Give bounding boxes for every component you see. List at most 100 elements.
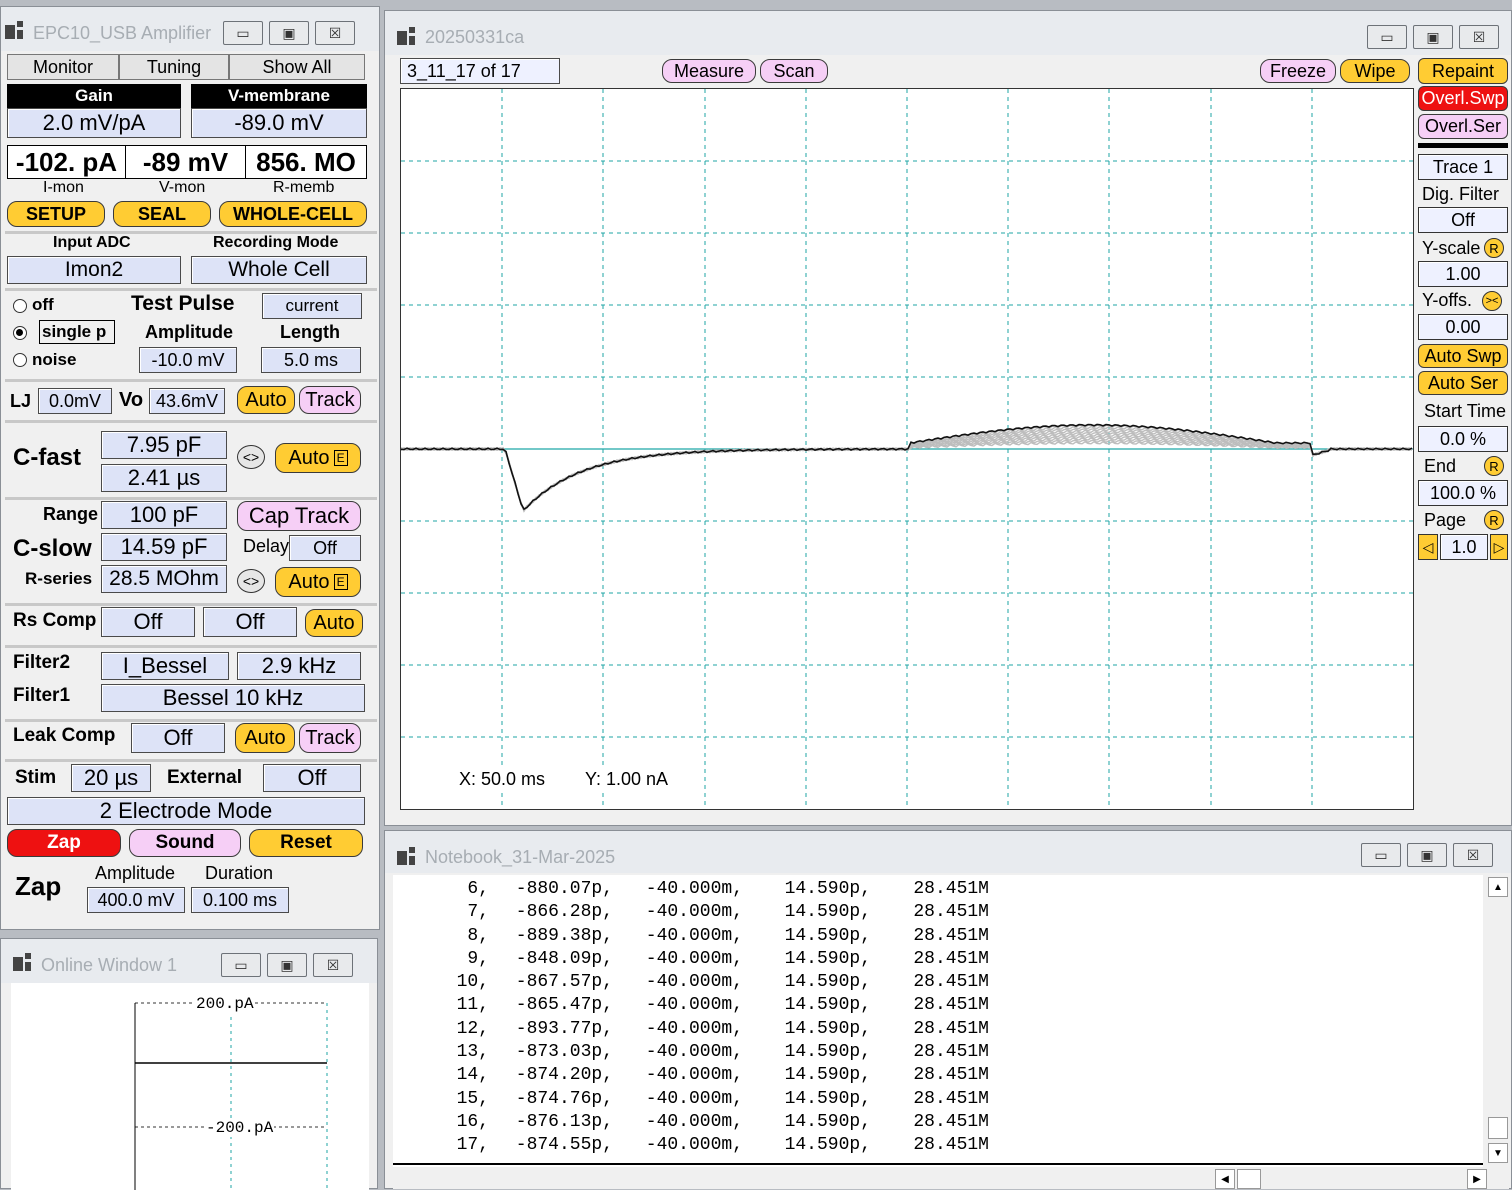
scan-button[interactable]: Scan — [760, 59, 828, 83]
rseries-auto-button[interactable]: Auto E — [275, 567, 361, 597]
leak-auto-button[interactable]: Auto — [235, 723, 295, 753]
lj-track-button[interactable]: Track — [299, 386, 361, 414]
leak-track-button[interactable]: Track — [299, 723, 361, 753]
cslow-field[interactable]: 14.59 pF — [101, 533, 227, 561]
minimize-icon[interactable]: ▭ — [1361, 843, 1401, 867]
freeze-button[interactable]: Freeze — [1260, 59, 1336, 83]
radio-single[interactable] — [13, 326, 27, 340]
filter1-field[interactable]: Bessel 10 kHz — [101, 684, 365, 712]
yoffs-field[interactable]: 0.00 — [1418, 314, 1508, 340]
scroll-right-icon[interactable]: ▶ — [1467, 1169, 1487, 1189]
maximize-icon[interactable]: ▣ — [1413, 25, 1453, 49]
whole-cell-button[interactable]: WHOLE-CELL — [219, 201, 367, 227]
seal-button[interactable]: SEAL — [113, 201, 211, 227]
notebook-text-area[interactable]: 6, -880.07p, -40.000m, 14.590p, 28.451M 7, -86… — [393, 875, 1483, 1167]
rscomp-field-2[interactable]: Off — [203, 607, 297, 637]
reset-button[interactable]: Reset — [249, 829, 363, 857]
test-pulse-mode[interactable]: current — [262, 293, 362, 319]
rseries-field[interactable]: 28.5 MOhm — [101, 565, 227, 593]
close-icon[interactable]: ☒ — [313, 953, 353, 977]
start-time-field[interactable]: 0.0 % — [1418, 426, 1508, 452]
stim-field[interactable]: 20 µs — [71, 764, 151, 792]
scroll-thumb[interactable] — [1488, 1117, 1508, 1139]
maximize-icon[interactable]: ▣ — [269, 21, 309, 45]
scroll-left-icon[interactable]: ◀ — [1215, 1169, 1235, 1189]
oscilloscope-titlebar[interactable]: 20250331ca ▭ ▣ ☒ — [385, 11, 1511, 55]
close-icon[interactable]: ☒ — [1459, 25, 1499, 49]
page-next-icon[interactable]: ▷ — [1490, 534, 1508, 560]
yoffs-shift-icon[interactable]: >< — [1482, 291, 1502, 311]
radio-off[interactable] — [13, 299, 27, 313]
radio-single-label[interactable]: single p — [39, 320, 115, 344]
lj-field[interactable]: 0.0mV — [38, 388, 112, 414]
tab-show-all[interactable]: Show All — [229, 54, 365, 80]
cap-track-button[interactable]: Cap Track — [237, 501, 361, 531]
trace-selector[interactable]: Trace 1 — [1418, 154, 1508, 180]
series-selector[interactable]: 3_11_17 of 17 — [400, 58, 560, 84]
cfast-tau-field[interactable]: 2.41 µs — [101, 464, 227, 492]
filter2-type-field[interactable]: I_Bessel — [101, 652, 229, 680]
minimize-icon[interactable]: ▭ — [223, 21, 263, 45]
repaint-button[interactable]: Repaint — [1418, 58, 1508, 84]
cfast-field[interactable]: 7.95 pF — [101, 431, 227, 459]
online-titlebar[interactable]: Online Window 1 ▭ ▣ ☒ — [1, 939, 377, 983]
gain-field[interactable]: 2.0 mV/pA — [7, 108, 181, 138]
maximize-icon[interactable]: ▣ — [267, 953, 307, 977]
setup-button[interactable]: SETUP — [7, 201, 105, 227]
tab-tuning[interactable]: Tuning — [119, 54, 229, 80]
yscale-reset-icon[interactable]: R — [1484, 238, 1504, 258]
minimize-icon[interactable]: ▭ — [1367, 25, 1407, 49]
lj-auto-button[interactable]: Auto — [237, 386, 295, 414]
page-prev-icon[interactable]: ◁ — [1418, 534, 1438, 560]
scroll-up-icon[interactable]: ▲ — [1488, 877, 1508, 897]
range-field[interactable]: 100 pF — [101, 501, 227, 529]
leak-comp-field[interactable]: Off — [131, 723, 225, 753]
electrode-mode-field[interactable]: 2 Electrode Mode — [7, 797, 365, 825]
scope-plot-area[interactable]: X: 50.0 ms Y: 1.00 nA — [400, 88, 1414, 810]
online-plot-area[interactable]: 200.pA -200.pA — [11, 983, 369, 1190]
notebook-titlebar[interactable]: Notebook_31-Mar-2025 ▭ ▣ ☒ — [385, 831, 1511, 873]
wipe-button[interactable]: Wipe — [1340, 59, 1410, 83]
amplifier-titlebar[interactable]: EPC10_USB Amplifier ▭ ▣ ☒ — [1, 7, 379, 51]
tab-monitor[interactable]: Monitor — [7, 54, 119, 80]
end-field[interactable]: 100.0 % — [1418, 480, 1508, 506]
filter2-freq-field[interactable]: 2.9 kHz — [237, 652, 361, 680]
close-icon[interactable]: ☒ — [315, 21, 355, 45]
sound-button[interactable]: Sound — [129, 829, 241, 857]
tp-length-field[interactable]: 5.0 ms — [261, 347, 361, 373]
radio-noise[interactable] — [13, 353, 27, 367]
auto-series-button[interactable]: Auto Ser — [1418, 371, 1508, 395]
vo-field[interactable]: 43.6mV — [149, 388, 225, 414]
cfast-arrows-icon[interactable]: <> — [237, 445, 265, 469]
input-adc-select[interactable]: Imon2 — [7, 256, 181, 284]
overlay-sweeps-button[interactable]: Overl.Swp — [1418, 86, 1508, 111]
close-icon[interactable]: ☒ — [1453, 843, 1493, 867]
rscomp-field-1[interactable]: Off — [101, 607, 195, 637]
yscale-field[interactable]: 1.00 — [1418, 261, 1508, 287]
rseries-arrows-icon[interactable]: <> — [237, 569, 265, 593]
minimize-icon[interactable]: ▭ — [221, 953, 261, 977]
measure-button[interactable]: Measure — [662, 59, 756, 83]
zap-duration-field[interactable]: 0.100 ms — [191, 887, 289, 913]
tp-amplitude-field[interactable]: -10.0 mV — [139, 347, 237, 373]
maximize-icon[interactable]: ▣ — [1407, 843, 1447, 867]
page-field[interactable]: 1.0 — [1440, 534, 1488, 560]
rmemb-readout: 856. MO — [256, 146, 356, 177]
overlay-series-button[interactable]: Overl.Ser — [1418, 114, 1508, 139]
recording-mode-select[interactable]: Whole Cell — [191, 256, 367, 284]
rscomp-auto-button[interactable]: Auto — [305, 609, 363, 637]
vmem-field[interactable]: -89.0 mV — [191, 108, 367, 138]
horizontal-scrollbar[interactable]: ◀ ▶ — [393, 1169, 1509, 1189]
dig-filter-field[interactable]: Off — [1418, 207, 1508, 233]
hscroll-thumb[interactable] — [1237, 1169, 1261, 1189]
page-reset-icon[interactable]: R — [1484, 510, 1504, 530]
scroll-down-icon[interactable]: ▼ — [1488, 1143, 1508, 1163]
zap-button[interactable]: Zap — [7, 829, 121, 857]
external-field[interactable]: Off — [263, 764, 361, 792]
auto-sweep-button[interactable]: Auto Swp — [1418, 344, 1508, 368]
delay-field[interactable]: Off — [289, 535, 361, 561]
cfast-auto-button[interactable]: Auto E — [275, 443, 361, 473]
zap-amplitude-field[interactable]: 400.0 mV — [87, 887, 185, 913]
vertical-scrollbar[interactable]: ▲ ▼ — [1487, 875, 1509, 1167]
end-reset-icon[interactable]: R — [1484, 456, 1504, 476]
